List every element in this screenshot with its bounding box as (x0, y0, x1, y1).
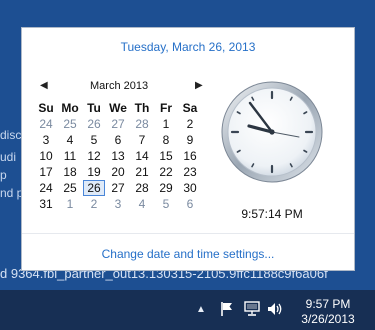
background-text-line: disc (0, 128, 22, 142)
calendar-day[interactable]: 27 (106, 116, 130, 132)
calendar-week-row: 10 11 12 13 14 15 16 (34, 148, 202, 164)
calendar-day[interactable]: 10 (34, 148, 58, 164)
volume-icon[interactable] (266, 300, 284, 318)
calendar-day[interactable]: 1 (58, 196, 82, 212)
calendar-day[interactable]: 18 (58, 164, 82, 180)
calendar-week-row: 17 18 19 20 21 22 23 (34, 164, 202, 180)
calendar-day[interactable]: 25 (58, 116, 82, 132)
calendar-day[interactable]: 11 (58, 148, 82, 164)
calendar-day[interactable]: 26 (82, 116, 106, 132)
calendar-day[interactable]: 27 (106, 180, 130, 196)
calendar-day[interactable]: 3 (34, 132, 58, 148)
calendar-week-row: 31 1 2 3 4 5 6 (34, 196, 202, 212)
weekday-label: Fr (160, 101, 172, 115)
long-date-link[interactable]: Tuesday, March 26, 2013 (22, 40, 354, 54)
calendar-day[interactable]: 6 (178, 196, 202, 212)
weekday-label: Su (38, 101, 54, 115)
taskbar-clock-date[interactable]: 3/26/2013 (296, 312, 360, 326)
calendar-day[interactable]: 4 (130, 196, 154, 212)
calendar-day[interactable]: 30 (178, 180, 202, 196)
calendar-day[interactable]: 7 (130, 132, 154, 148)
calendar-day[interactable]: 9 (178, 132, 202, 148)
calendar-day[interactable]: 5 (82, 132, 106, 148)
calendar-day[interactable]: 21 (130, 164, 154, 180)
analog-clock (221, 81, 323, 183)
background-text-line: p (0, 168, 7, 182)
calendar-day[interactable]: 2 (82, 196, 106, 212)
show-hidden-icons-button[interactable]: ▲ (196, 304, 206, 315)
calendar-day[interactable]: 15 (154, 148, 178, 164)
taskbar: ▲ 9:57 PM 3/26/2013 (0, 290, 375, 330)
previous-month-button[interactable]: ◀ (40, 80, 48, 91)
calendar-day[interactable]: 16 (178, 148, 202, 164)
calendar-week-row: 24 25 26 27 28 29 30 (34, 180, 202, 196)
weekday-label: Mo (61, 101, 79, 115)
calendar-day[interactable]: 2 (178, 116, 202, 132)
calendar-day[interactable]: 5 (154, 196, 178, 212)
calendar-day[interactable]: 19 (82, 164, 106, 180)
weekday-label: Sa (182, 101, 198, 115)
calendar-day[interactable]: 1 (154, 116, 178, 132)
calendar-day[interactable]: 23 (178, 164, 202, 180)
taskbar-clock-time[interactable]: 9:57 PM (296, 297, 360, 311)
weekday-header-row: Su Mo Tu We Th Fr Sa (34, 100, 202, 116)
date-time-flyout: Tuesday, March 26, 2013 ◀ March 2013 ▶ S… (21, 27, 355, 271)
action-center-flag-icon[interactable] (218, 300, 236, 318)
calendar-day[interactable]: 8 (154, 132, 178, 148)
calendar-day[interactable]: 28 (130, 116, 154, 132)
weekday-label: Tu (87, 101, 101, 115)
calendar-day[interactable]: 14 (130, 148, 154, 164)
change-date-time-settings-link[interactable]: Change date and time settings... (22, 247, 354, 261)
weekday-label: We (109, 101, 127, 115)
next-month-button[interactable]: ▶ (195, 80, 203, 91)
calendar-day[interactable]: 3 (106, 196, 130, 212)
calendar-day[interactable]: 29 (154, 180, 178, 196)
network-icon[interactable] (243, 300, 261, 318)
today-day-number: 26 (83, 180, 105, 196)
calendar-day[interactable]: 31 (34, 196, 58, 212)
calendar-week-row: 24 25 26 27 28 1 2 (34, 116, 202, 132)
calendar-day[interactable]: 25 (58, 180, 82, 196)
calendar-day[interactable]: 4 (58, 132, 82, 148)
calendar-day[interactable]: 17 (34, 164, 58, 180)
calendar-day[interactable]: 6 (106, 132, 130, 148)
background-text-line: udi (0, 150, 17, 164)
weekday-label: Th (134, 101, 150, 115)
calendar-grid: Su Mo Tu We Th Fr Sa 24 25 26 27 28 1 2 … (34, 100, 202, 212)
clock-center-pin (269, 129, 275, 135)
calendar-day-today[interactable]: 26 (82, 180, 106, 196)
calendar-day[interactable]: 12 (82, 148, 106, 164)
calendar-day[interactable]: 24 (34, 116, 58, 132)
calendar-day[interactable]: 20 (106, 164, 130, 180)
calendar-day[interactable]: 24 (34, 180, 58, 196)
flyout-divider (22, 233, 354, 234)
calendar-week-row: 3 4 5 6 7 8 9 (34, 132, 202, 148)
calendar-day[interactable]: 13 (106, 148, 130, 164)
calendar-day[interactable]: 22 (154, 164, 178, 180)
month-year-label[interactable]: March 2013 (90, 80, 148, 92)
digital-time-label: 9:57:14 PM (241, 207, 303, 221)
calendar-day[interactable]: 28 (130, 180, 154, 196)
